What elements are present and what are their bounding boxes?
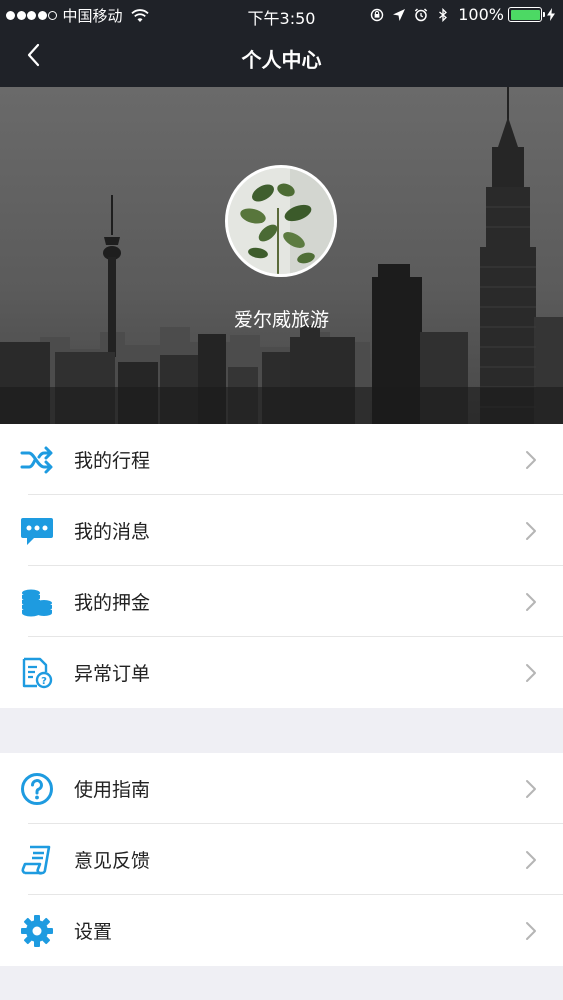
- chevron-right-icon: [526, 664, 536, 682]
- menu-item-label: 我的消息: [74, 521, 151, 543]
- abnormal-order-icon: ?: [22, 657, 53, 689]
- profile-username: 爱尔威旅游: [233, 309, 329, 331]
- bluetooth-icon: [439, 7, 448, 22]
- menu-item-deposit[interactable]: 我的押金: [0, 566, 563, 637]
- status-bar: 中国移动 下午3:50 100%: [0, 0, 563, 30]
- menu-item-guide[interactable]: 使用指南: [0, 753, 563, 824]
- menu-group-primary: 我的行程 我的消息 我的押金 ? 异常订单: [0, 424, 563, 708]
- top-bar: 中国移动 下午3:50 100% 个人中心: [0, 0, 563, 87]
- nav-bar: 个人中心: [0, 30, 563, 87]
- menu-item-settings[interactable]: 设置: [0, 895, 563, 966]
- menu-item-messages[interactable]: 我的消息: [0, 495, 563, 566]
- avatar-plant-image: [228, 168, 334, 274]
- menu-item-label: 我的押金: [74, 592, 151, 614]
- shuffle-icon: [20, 446, 53, 474]
- coins-icon: [22, 589, 52, 617]
- page-title: 个人中心: [241, 48, 322, 72]
- chevron-right-icon: [526, 922, 536, 940]
- chevron-right-icon: [526, 593, 536, 611]
- menu-item-label: 异常订单: [74, 663, 151, 685]
- alarm-icon: [415, 7, 428, 21]
- charging-icon: [547, 8, 555, 21]
- chevron-right-icon: [526, 522, 536, 540]
- menu-item-label: 设置: [74, 921, 113, 943]
- menu-group-secondary: 使用指南 意见反馈 设置: [0, 753, 563, 966]
- chevron-right-icon: [526, 451, 536, 469]
- chevron-right-icon: [526, 851, 536, 869]
- rotation-lock-icon: [371, 8, 384, 21]
- battery-icon: [508, 7, 545, 22]
- menu-item-label: 我的行程: [74, 450, 151, 472]
- menu-item-feedback[interactable]: 意见反馈: [0, 824, 563, 895]
- gear-icon: [21, 915, 53, 947]
- menu-item-abnormal-orders[interactable]: ? 异常订单: [0, 637, 563, 708]
- profile-header: 爱尔威旅游: [0, 87, 563, 424]
- svg-text:?: ?: [41, 676, 47, 687]
- menu-item-label: 使用指南: [74, 779, 151, 801]
- avatar[interactable]: [225, 165, 337, 277]
- menu-item-trips[interactable]: 我的行程: [0, 424, 563, 495]
- battery-percent: 100%: [458, 5, 504, 24]
- menu-item-label: 意见反馈: [74, 850, 151, 872]
- chevron-right-icon: [526, 780, 536, 798]
- message-icon: [21, 518, 53, 545]
- feedback-icon: [21, 845, 51, 875]
- help-icon: [21, 773, 53, 805]
- location-icon: [393, 8, 406, 21]
